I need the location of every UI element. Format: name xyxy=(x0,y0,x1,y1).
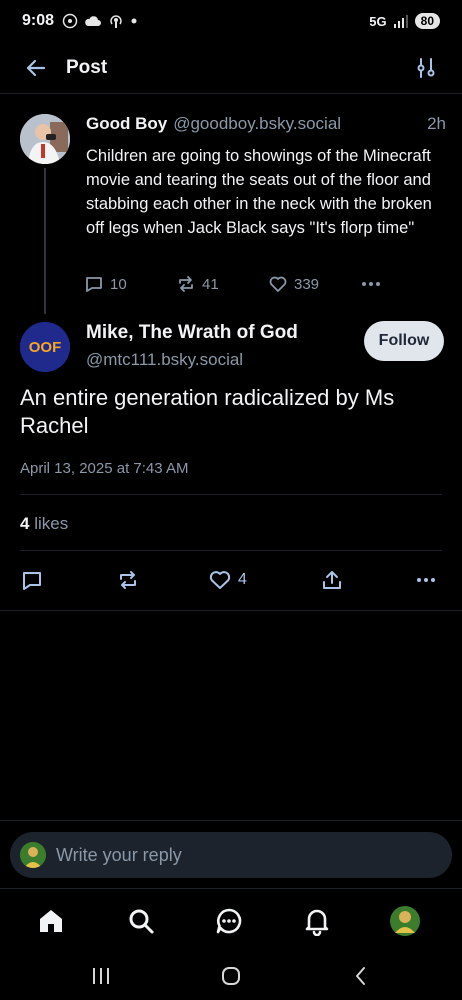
nav-profile[interactable] xyxy=(388,904,422,938)
sliders-icon xyxy=(417,57,435,78)
home-circle-icon xyxy=(222,967,240,985)
avatar-image xyxy=(20,114,70,164)
status-right: 5G 80 xyxy=(369,13,440,29)
like-count: 4 xyxy=(238,571,247,588)
main-author-handle[interactable]: @mtc111.bsky.social xyxy=(86,350,243,370)
home-icon xyxy=(40,910,62,932)
parent-reply-count: 10 xyxy=(110,275,127,293)
share-icon xyxy=(323,571,341,589)
nav-notifications[interactable] xyxy=(300,904,334,938)
reply-input[interactable]: Write your reply xyxy=(56,845,182,866)
more-options-button[interactable] xyxy=(414,568,438,592)
avatar-image: OOF xyxy=(20,322,70,372)
bell-icon xyxy=(305,909,329,936)
chevron-left-icon xyxy=(356,967,365,985)
speech-bubble-icon xyxy=(86,277,102,292)
repost-icon xyxy=(179,276,193,292)
signal-icon xyxy=(393,15,408,28)
status-left: 9:08 xyxy=(22,12,138,30)
ellipsis-icon xyxy=(362,282,380,286)
repost-button[interactable] xyxy=(116,568,140,592)
thread-line xyxy=(44,168,46,314)
parent-post-header: Good Boy @goodboy.bsky.social 2h xyxy=(86,114,446,134)
arrow-left-icon xyxy=(26,59,46,76)
podcast-icon xyxy=(110,15,122,28)
likes-label: likes xyxy=(34,514,69,533)
parent-author-avatar[interactable] xyxy=(20,114,70,164)
nav-home[interactable] xyxy=(34,904,68,938)
recent-apps-icon xyxy=(93,968,109,984)
back-button[interactable] xyxy=(16,48,56,88)
parent-post-time: 2h xyxy=(427,114,446,133)
nav-search[interactable] xyxy=(124,904,158,938)
speech-bubble-icon xyxy=(23,572,41,590)
notification-icons xyxy=(62,13,138,29)
repost-icon xyxy=(120,571,136,589)
recent-apps-button[interactable] xyxy=(86,964,116,988)
divider xyxy=(0,610,462,611)
parent-repost-button[interactable]: 41 xyxy=(176,274,219,294)
header: Post xyxy=(0,42,462,94)
divider xyxy=(20,494,442,495)
like-button[interactable]: 4 xyxy=(208,568,247,592)
parent-author-handle[interactable]: @goodboy.bsky.social xyxy=(173,114,341,134)
main-author-name[interactable]: Mike, The Wrath of God xyxy=(86,322,298,344)
status-bar: 9:08 5G 80 xyxy=(0,0,462,42)
home-system-button[interactable] xyxy=(216,964,246,988)
likes-count: 4 xyxy=(20,514,30,533)
bottom-nav xyxy=(0,892,462,948)
current-user-avatar xyxy=(20,842,46,868)
parent-author-name[interactable]: Good Boy xyxy=(86,114,167,134)
main-author-avatar[interactable]: OOF xyxy=(20,322,70,372)
parent-post-text: Children are going to showings of the Mi… xyxy=(86,147,432,237)
divider xyxy=(0,820,462,821)
avatar-image xyxy=(20,842,46,868)
battery-indicator: 80 xyxy=(414,13,440,29)
avatar-logo-text: OOF xyxy=(29,339,62,356)
status-time: 9:08 xyxy=(22,12,55,29)
search-icon xyxy=(129,909,154,934)
divider xyxy=(0,888,462,889)
thread-options-button[interactable] xyxy=(406,48,446,88)
page-title: Post xyxy=(66,56,108,78)
main-post-text: An entire generation radicalized by Ms R… xyxy=(20,385,395,438)
heart-icon xyxy=(209,571,231,589)
heart-icon xyxy=(269,276,287,292)
dot-icon xyxy=(131,18,137,24)
share-button[interactable] xyxy=(320,568,344,592)
cloud-icon xyxy=(85,16,102,26)
profile-avatar xyxy=(390,906,420,936)
chat-icon xyxy=(216,908,242,934)
parent-like-count: 339 xyxy=(294,275,320,293)
parent-reply-button[interactable]: 10 xyxy=(84,274,127,294)
main-post-timestamp: April 13, 2025 at 7:43 AM xyxy=(20,460,189,477)
notification-badge-icon xyxy=(62,13,78,29)
back-system-button[interactable] xyxy=(346,964,376,988)
reply-button[interactable] xyxy=(20,568,44,592)
parent-more-button[interactable] xyxy=(360,274,382,294)
ellipsis-icon xyxy=(417,578,435,582)
divider xyxy=(20,550,442,551)
main-post-actions: 4 xyxy=(20,568,442,592)
parent-post-actions: 10 41 339 xyxy=(84,272,384,296)
reply-composer[interactable]: Write your reply xyxy=(10,832,452,878)
follow-button[interactable]: Follow xyxy=(364,321,444,361)
parent-post[interactable]: Good Boy @goodboy.bsky.social 2h Childre… xyxy=(0,96,462,314)
nav-chat[interactable] xyxy=(212,904,246,938)
network-label: 5G xyxy=(369,13,387,29)
parent-like-button[interactable]: 339 xyxy=(268,274,319,294)
system-nav xyxy=(0,952,462,1000)
parent-repost-count: 41 xyxy=(202,275,219,293)
likes-summary[interactable]: 4 likes xyxy=(20,514,68,534)
